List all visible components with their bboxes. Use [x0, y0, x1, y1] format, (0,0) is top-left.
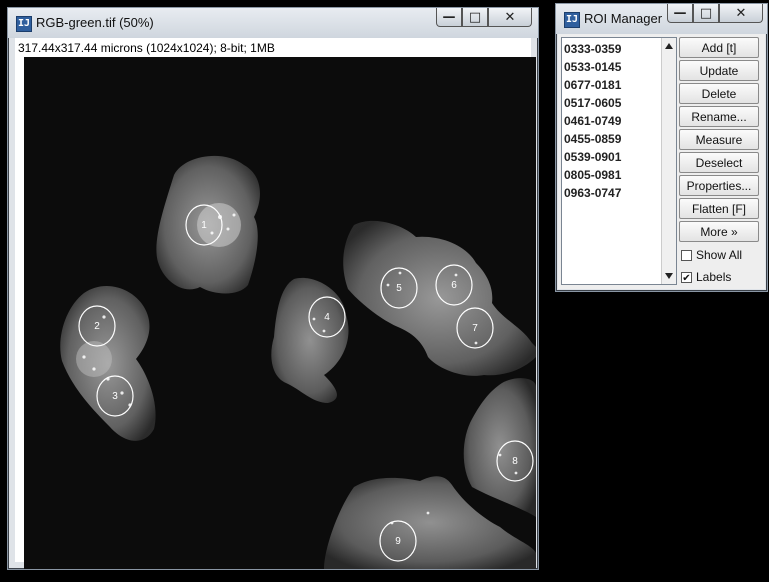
close-button[interactable]: ✕: [488, 8, 532, 27]
image-canvas[interactable]: 1 2 3 4 5 6 7 8 9: [24, 57, 536, 569]
deselect-button[interactable]: Deselect: [679, 152, 759, 173]
roi-label-6: 6: [451, 280, 457, 291]
list-item[interactable]: 0677-0181: [564, 76, 662, 94]
maximize-button[interactable]: □: [462, 8, 488, 27]
roi-label-2: 2: [94, 321, 100, 332]
close-button[interactable]: ✕: [719, 4, 763, 23]
labels-row[interactable]: ✔ Labels: [679, 266, 759, 288]
list-item[interactable]: 0461-0749: [564, 112, 662, 130]
roi-label-9: 9: [395, 536, 401, 547]
image-window-titlebar[interactable]: IJ RGB-green.tif (50%) — □ ✕: [8, 8, 538, 38]
list-item[interactable]: 0517-0605: [564, 94, 662, 112]
maximize-button[interactable]: □: [693, 4, 719, 23]
add-button[interactable]: Add [t]: [679, 37, 759, 58]
roi-label-1: 1: [201, 220, 207, 231]
roi-label-7: 7: [472, 323, 478, 334]
list-item[interactable]: 0539-0901: [564, 148, 662, 166]
update-button[interactable]: Update: [679, 60, 759, 81]
list-item[interactable]: 0333-0359: [564, 40, 662, 58]
roi-label-5: 5: [396, 283, 402, 294]
roi-manager-titlebar[interactable]: IJ ROI Manager — □ ✕: [556, 4, 767, 34]
close-icon: ✕: [735, 5, 747, 21]
microscopy-image: 1 2 3 4 5 6 7 8 9: [24, 57, 536, 569]
image-info: 317.44x317.44 microns (1024x1024); 8-bit…: [18, 41, 275, 55]
roi-label-4: 4: [324, 312, 330, 323]
roi-label-3: 3: [112, 391, 118, 402]
scroll-down-icon[interactable]: [665, 273, 673, 279]
maximize-icon: □: [468, 9, 482, 25]
delete-button[interactable]: Delete: [679, 83, 759, 104]
show-all-checkbox[interactable]: [681, 249, 692, 261]
roi-manager-window: IJ ROI Manager — □ ✕ 0333-0359 0533-0145…: [555, 3, 768, 292]
image-window-title: RGB-green.tif (50%): [36, 15, 154, 30]
roi-list-scrollbar[interactable]: [661, 38, 676, 284]
maximize-icon: □: [699, 5, 713, 21]
imagej-icon: IJ: [16, 16, 32, 32]
measure-button[interactable]: Measure: [679, 129, 759, 150]
scroll-up-icon[interactable]: [665, 43, 673, 49]
flatten-button[interactable]: Flatten [F]: [679, 198, 759, 219]
image-window-content: 317.44x317.44 microns (1024x1024); 8-bit…: [15, 38, 536, 569]
minimize-button[interactable]: —: [436, 8, 462, 27]
roi-label-8: 8: [512, 456, 518, 467]
labels-label: Labels: [696, 270, 732, 284]
roi-manager-content: 0333-0359 0533-0145 0677-0181 0517-0605 …: [558, 34, 765, 289]
list-item[interactable]: 0533-0145: [564, 58, 662, 76]
minimize-icon: —: [442, 9, 456, 25]
roi-manager-title: ROI Manager: [584, 11, 663, 26]
show-all-label: Show All: [696, 248, 743, 262]
image-window: IJ RGB-green.tif (50%) — □ ✕ 317.44x317.…: [7, 7, 539, 570]
more-button[interactable]: More »: [679, 221, 759, 242]
close-icon: ✕: [504, 9, 516, 25]
minimize-button[interactable]: —: [667, 4, 693, 23]
labels-checkbox[interactable]: ✔: [681, 271, 692, 284]
rename-button[interactable]: Rename...: [679, 106, 759, 127]
properties-button[interactable]: Properties...: [679, 175, 759, 196]
imagej-icon: IJ: [564, 12, 580, 28]
list-item[interactable]: 0455-0859: [564, 130, 662, 148]
roi-list[interactable]: 0333-0359 0533-0145 0677-0181 0517-0605 …: [561, 37, 677, 285]
minimize-icon: —: [673, 5, 687, 21]
show-all-row[interactable]: Show All: [679, 244, 759, 266]
list-item[interactable]: 0963-0747: [564, 184, 662, 202]
roi-button-column: Add [t] Update Delete Rename... Measure …: [679, 37, 759, 288]
list-item[interactable]: 0805-0981: [564, 166, 662, 184]
